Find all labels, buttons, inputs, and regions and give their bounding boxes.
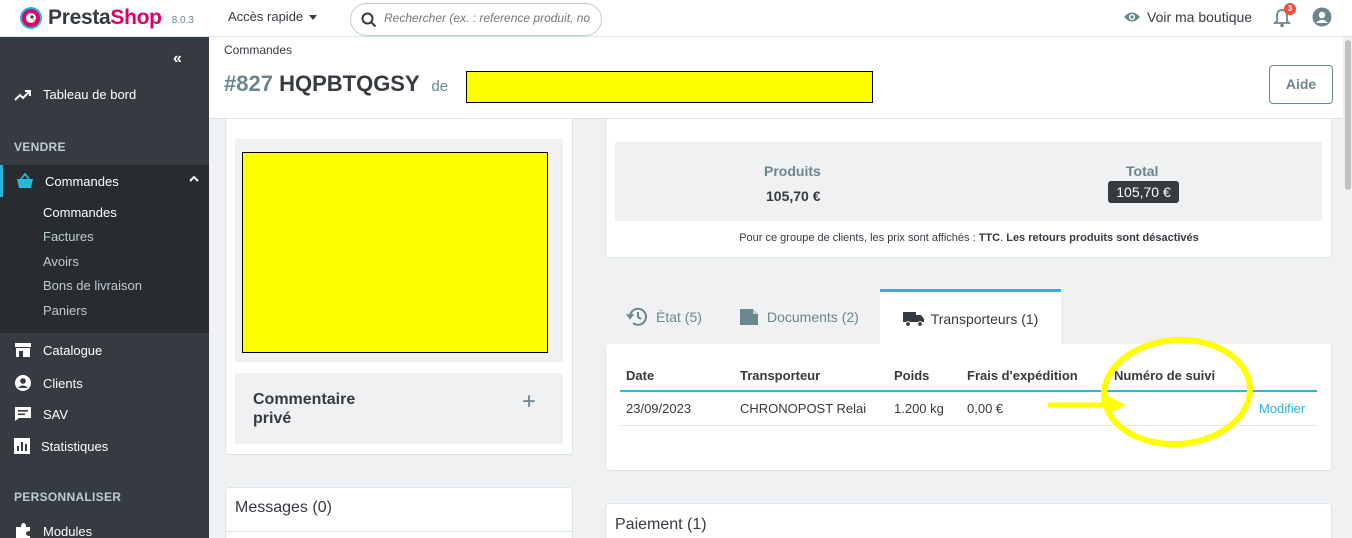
view-shop-link[interactable]: Voir ma boutique (1123, 9, 1252, 25)
sidebar-item-catalog[interactable]: Catalogue (14, 342, 102, 358)
sidebar-item-stats[interactable]: Statistiques (14, 438, 108, 454)
help-button[interactable]: Aide (1269, 65, 1333, 104)
section-customize: PERSONNALISER (14, 490, 122, 504)
sidebar-item-customers[interactable]: Clients (14, 374, 83, 392)
brand-name: PrestaShop (48, 6, 162, 29)
col-date: Date (626, 368, 655, 383)
edit-carrier-link[interactable]: Modifier (1259, 401, 1305, 416)
submenu-invoices[interactable]: Factures (43, 229, 94, 244)
page-header: Commandes #827 HQPBTQGSY de Aide (209, 37, 1343, 119)
trending-up-icon (14, 89, 31, 101)
submenu-delivery-slips[interactable]: Bons de livraison (43, 278, 142, 293)
caret-down-icon (309, 15, 318, 21)
submenu-orders[interactable]: Commandes (43, 205, 117, 220)
collapse-sidebar-icon[interactable]: « (173, 50, 182, 68)
messages-divider (225, 531, 573, 532)
total-label: Total (1126, 163, 1159, 179)
cell-weight: 1.200 kg (894, 401, 944, 416)
submenu-carts[interactable]: Paniers (43, 303, 87, 318)
sidebar-item-modules[interactable]: Modules (14, 522, 92, 538)
chat-icon (15, 407, 31, 421)
tab-carriers[interactable]: Transporteurs (1) (880, 289, 1061, 346)
tab-state[interactable]: État (5) (626, 289, 702, 344)
truck-icon (902, 312, 924, 327)
products-value: 105,70 € (766, 188, 821, 204)
history-icon (626, 307, 647, 326)
page-title: #827 HQPBTQGSY de (224, 71, 449, 96)
col-weight: Poids (894, 368, 930, 383)
col-carrier: Transporteur (740, 368, 821, 383)
messages-title: Messages (0) (235, 499, 332, 516)
chevron-up-icon (189, 175, 199, 182)
price-display-note: Pour ce groupe de clients, les prix sont… (739, 232, 1199, 244)
search-input[interactable] (384, 11, 594, 25)
eye-icon (1124, 12, 1140, 22)
total-value-badge: 105,70 € (1108, 181, 1179, 203)
cell-carrier: CHRONOPOST Relai (740, 401, 867, 416)
bar-chart-icon (14, 438, 30, 454)
totals-panel (615, 142, 1322, 221)
breadcrumb[interactable]: Commandes (224, 43, 292, 57)
prestashop-logo[interactable]: PrestaShop 8.0.3 (20, 6, 194, 30)
user-avatar-icon[interactable] (1312, 7, 1332, 27)
store-icon (15, 343, 31, 357)
private-comment-title: Commentaire privé (253, 391, 356, 427)
sidebar: « Tableau de bord VENDRE Commandes Comma… (0, 37, 209, 538)
search-box[interactable] (350, 3, 602, 36)
redacted-customer-name (466, 71, 873, 103)
account-circle-icon (15, 375, 31, 391)
add-comment-icon[interactable]: + (522, 388, 536, 416)
sidebar-item-dashboard[interactable]: Tableau de bord (14, 87, 136, 102)
tab-documents[interactable]: Documents (2) (739, 289, 859, 344)
cell-shipping-cost: 0,00 € (967, 401, 1004, 416)
sidebar-item-sav[interactable]: SAV (14, 406, 68, 422)
payment-title: Paiement (1) (615, 516, 707, 533)
submenu-credit-slips[interactable]: Avoirs (43, 254, 79, 269)
top-header: PrestaShop 8.0.3 Accès rapide Voir ma bo… (0, 0, 1352, 37)
puffin-logo-icon (20, 7, 42, 29)
cell-date: 23/09/2023 (626, 401, 692, 416)
puzzle-icon (16, 523, 30, 538)
quick-access-dropdown[interactable]: Accès rapide (228, 9, 318, 24)
notification-badge: 3 (1284, 3, 1296, 15)
section-sell: VENDRE (14, 140, 66, 154)
document-icon (740, 308, 758, 325)
products-label: Produits (764, 163, 821, 179)
basket-icon (17, 173, 33, 188)
payment-card (605, 503, 1332, 538)
version-label: 8.0.3 (171, 14, 194, 26)
annotation-circle-arrow (1048, 337, 1253, 448)
orders-submenu: Commandes Factures Avoirs Bons de livrai… (0, 197, 209, 333)
redacted-customer-info (242, 152, 548, 353)
sidebar-item-orders[interactable]: Commandes (0, 165, 209, 197)
scrollbar-thumb[interactable] (1345, 40, 1351, 190)
search-icon (361, 12, 377, 28)
